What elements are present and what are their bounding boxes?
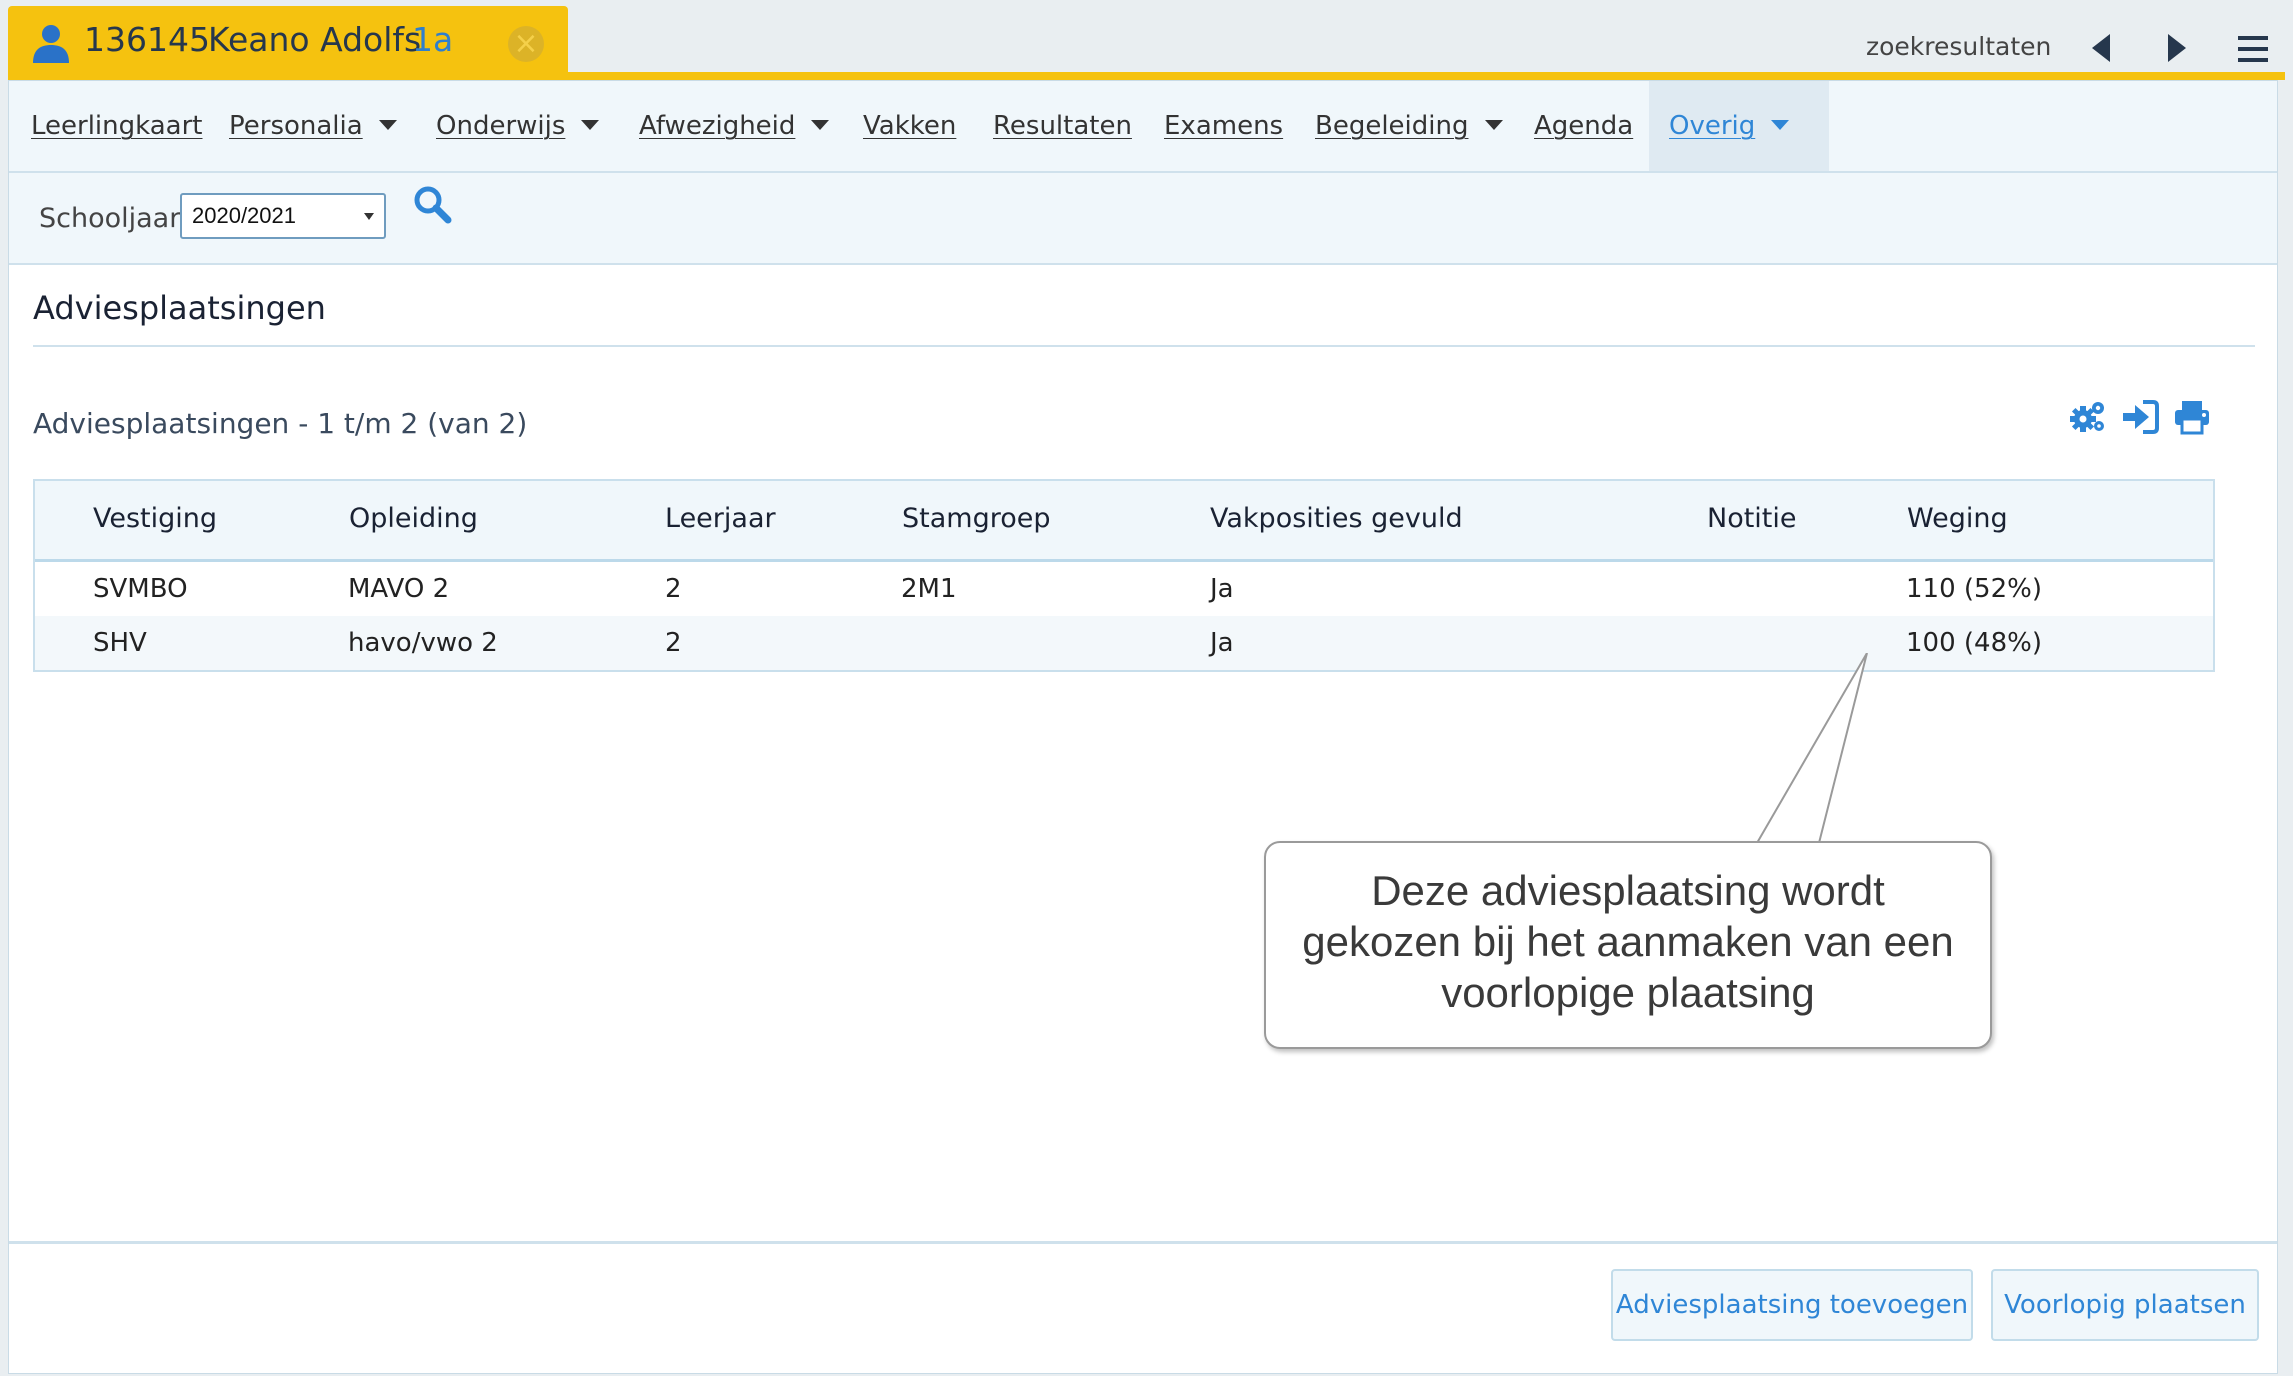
nav-label: Agenda (1534, 111, 1634, 141)
voorlopig-plaatsen-button[interactable]: Voorlopig plaatsen (1991, 1269, 2259, 1341)
main-navigation: Leerlingkaart Personalia Onderwijs Afwez… (9, 81, 2277, 173)
nav-leerlingkaart[interactable]: Leerlingkaart (31, 81, 203, 171)
main-panel: Leerlingkaart Personalia Onderwijs Afwez… (8, 80, 2278, 1374)
cell-stamgroep: 2M1 (901, 574, 957, 604)
column-header[interactable]: Vestiging (93, 503, 217, 534)
cell-vestiging: SHV (93, 628, 147, 658)
callout-text: Deze adviesplaatsing wordt gekozen bij h… (1276, 865, 1980, 1018)
close-circle-icon[interactable]: × (508, 26, 544, 62)
nav-overig[interactable]: Overig (1649, 81, 1829, 171)
cell-weging: 100 (48%) (1906, 628, 2042, 658)
column-header[interactable]: Vakposities gevuld (1210, 503, 1463, 534)
cell-vakposities: Ja (1210, 628, 1234, 658)
cell-weging: 110 (52%) (1906, 574, 2042, 604)
annotation-callout: Deze adviesplaatsing wordt gekozen bij h… (1264, 841, 1992, 1049)
search-icon[interactable] (413, 185, 453, 225)
column-header[interactable]: Notitie (1707, 503, 1797, 534)
callout-line: voorlopige plaatsing (1441, 969, 1815, 1016)
nav-label: Examens (1164, 111, 1284, 141)
student-user-icon (33, 25, 69, 63)
student-id: 136145 (84, 20, 210, 59)
cell-leerjaar: 2 (665, 574, 682, 604)
sign-in-arrow-icon[interactable] (2121, 399, 2159, 435)
student-tab[interactable]: 136145 Keano Adolfs 1a × (8, 6, 568, 80)
add-adviesplaatsing-button[interactable]: Adviesplaatsing toevoegen (1611, 1269, 1973, 1341)
nav-label: Afwezigheid (639, 111, 796, 141)
nav-vakken[interactable]: Vakken (863, 81, 956, 171)
nav-label: Vakken (863, 111, 957, 141)
hamburger-menu-icon[interactable] (2238, 36, 2268, 62)
callout-line: Deze adviesplaatsing wordt (1371, 867, 1885, 914)
nav-agenda[interactable]: Agenda (1534, 81, 1633, 171)
nav-personalia[interactable]: Personalia (229, 81, 397, 171)
caret-down-icon (811, 119, 830, 130)
nav-resultaten[interactable]: Resultaten (993, 81, 1132, 171)
settings-gears-icon[interactable] (2069, 399, 2107, 435)
triangle-left-icon[interactable] (2092, 34, 2112, 62)
title-divider (33, 345, 2255, 347)
callout-line: gekozen bij het aanmaken van een (1302, 918, 1954, 965)
nav-label: Personalia (229, 111, 363, 141)
top-bar: 136145 Keano Adolfs 1a × zoekresultaten (0, 0, 2293, 80)
nav-examens[interactable]: Examens (1164, 81, 1283, 171)
column-header[interactable]: Stamgroep (902, 503, 1051, 534)
nav-onderwijs[interactable]: Onderwijs (436, 81, 600, 171)
caret-down-icon (1771, 119, 1790, 130)
student-name: Keano Adolfs (208, 20, 422, 59)
select-caret-icon (364, 213, 374, 220)
adviesplaatsingen-table: Vestiging Opleiding Leerjaar Stamgroep V… (33, 479, 2215, 672)
list-title: Adviesplaatsingen - 1 t/m 2 (van 2) (33, 407, 528, 440)
cell-leerjaar: 2 (665, 628, 682, 658)
nav-afwezigheid[interactable]: Afwezigheid (639, 81, 830, 171)
page-title: Adviesplaatsingen (33, 289, 326, 327)
nav-label: Onderwijs (436, 111, 566, 141)
column-header[interactable]: Leerjaar (665, 503, 776, 534)
nav-label: Leerlingkaart (31, 111, 203, 141)
callout-pointer (1757, 653, 1868, 844)
list-toolbar (2069, 399, 2211, 435)
cell-vakposities: Ja (1210, 574, 1234, 604)
triangle-right-icon[interactable] (2166, 34, 2186, 62)
table-header: Vestiging Opleiding Leerjaar Stamgroep V… (35, 481, 2213, 562)
nav-label: Begeleiding (1315, 111, 1469, 141)
nav-label: Overig (1669, 111, 1756, 141)
column-header[interactable]: Opleiding (349, 503, 478, 534)
table-row[interactable]: SVMBO MAVO 2 2 2M1 Ja 110 (52%) (35, 562, 2213, 616)
caret-down-icon (581, 119, 600, 130)
schooljaar-select[interactable]: 2020/2021 (180, 193, 386, 239)
cell-opleiding: havo/vwo 2 (348, 628, 498, 658)
column-header[interactable]: Weging (1907, 503, 2008, 534)
footer-divider (9, 1241, 2277, 1244)
cell-opleiding: MAVO 2 (348, 574, 450, 604)
search-results-label[interactable]: zoekresultaten (1866, 32, 2051, 61)
print-icon[interactable] (2173, 399, 2211, 435)
schooljaar-label: Schooljaar (39, 203, 181, 234)
cell-vestiging: SVMBO (93, 574, 188, 604)
schooljaar-select-value: 2020/2021 (192, 203, 296, 228)
caret-down-icon (1484, 119, 1503, 130)
table-row[interactable]: SHV havo/vwo 2 2 Ja 100 (48%) (35, 616, 2213, 670)
student-class: 1a (412, 20, 454, 59)
nav-label: Resultaten (993, 111, 1132, 141)
nav-begeleiding[interactable]: Begeleiding (1315, 81, 1503, 171)
caret-down-icon (378, 119, 397, 130)
